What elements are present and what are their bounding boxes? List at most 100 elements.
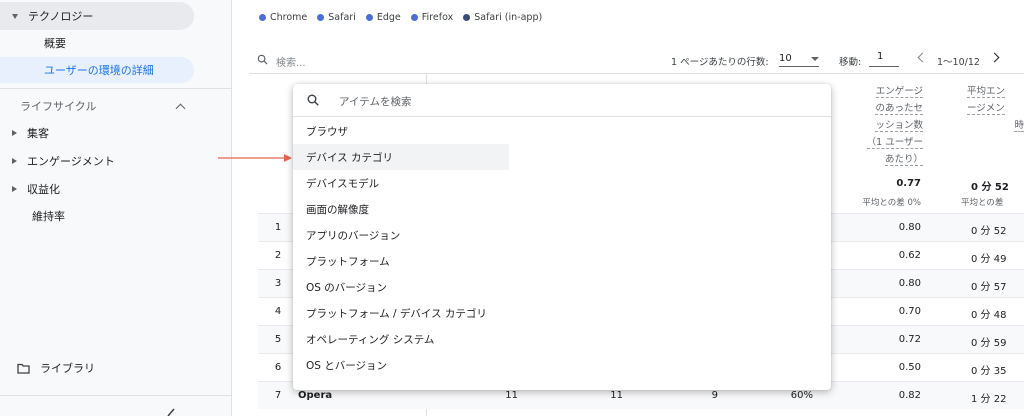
- dimension-picker-dropdown: アイテムを検索 ブラウザ デバイス カテゴリ デバイスモデル 画面の解像度 アプ…: [293, 84, 831, 390]
- sidebar-section-label: 集客: [27, 127, 49, 140]
- legend-dot-icon: [317, 14, 325, 21]
- sidebar-item-user-environment[interactable]: ユーザーの環境の詳細: [0, 57, 194, 83]
- dropdown-item-browser[interactable]: ブラウザ: [293, 118, 509, 144]
- column-header-line: 時: [1014, 120, 1024, 132]
- lifecycle-header-label: ライフサイクル: [20, 100, 97, 113]
- column-header-engaged-sessions[interactable]: エンゲージ のあったセ ッション数 （1 ユーザー あたり）: [843, 83, 923, 168]
- cell-value: 0 分 52: [971, 226, 1007, 237]
- sidebar-item-label: 維持率: [32, 210, 65, 223]
- rows-per-page-label: 1 ページあたりの行数:: [671, 57, 769, 68]
- dropdown-item-label: OS のバージョン: [306, 281, 388, 294]
- cell-value: 0.50: [898, 362, 921, 373]
- divider: [0, 395, 232, 396]
- legend-label: Chrome: [270, 12, 308, 23]
- column-total: 0.77: [896, 178, 921, 189]
- divider: [0, 88, 232, 89]
- row-number: 7: [274, 390, 282, 401]
- sidebar-item-overview[interactable]: 概要: [0, 30, 194, 56]
- rows-per-page-select[interactable]: 10: [779, 51, 819, 67]
- dimension-value: Opera: [298, 390, 333, 401]
- goto-page-input[interactable]: 1: [869, 51, 899, 67]
- dropdown-item-label: OS とバージョン: [306, 359, 388, 372]
- legend-label: Firefox: [421, 12, 454, 23]
- column-total: 0 分 52: [971, 182, 1009, 193]
- dropdown-item-os-with-version[interactable]: OS とバージョン: [293, 352, 509, 378]
- legend-item: Safari (in-app): [463, 12, 542, 23]
- row-number: 3: [274, 278, 282, 289]
- sidebar-section-label: 収益化: [27, 183, 60, 196]
- legend-item: Chrome: [259, 12, 307, 23]
- dropdown-item-device-category[interactable]: デバイス カテゴリ: [293, 144, 509, 170]
- sidebar-section-acquisition[interactable]: 集客: [0, 119, 194, 147]
- column-header-line: 平均エン: [967, 86, 1006, 98]
- sidebar-item-retention[interactable]: 維持率: [0, 203, 194, 229]
- dropdown-item-screen-resolution[interactable]: 画面の解像度: [293, 196, 509, 222]
- cell-value: 60%: [790, 390, 813, 401]
- cell-value: 0.70: [898, 306, 921, 317]
- legend-dot-icon: [410, 14, 418, 21]
- sidebar-section-engagement[interactable]: エンゲージメント: [0, 147, 194, 175]
- annotation-arrow-icon: [218, 154, 292, 162]
- sidebar-section-label: エンゲージメント: [27, 155, 115, 168]
- sidebar-item-label: 概要: [44, 37, 66, 50]
- column-header-line: ージメン: [967, 103, 1005, 115]
- sidebar-item-library[interactable]: ライブラリ: [0, 355, 194, 381]
- dropdown-item-label: プラットフォーム / デバイス カテゴリ: [306, 307, 487, 320]
- dropdown-item-app-version[interactable]: アプリのバージョン: [293, 222, 509, 248]
- column-header-line: のあったセ: [875, 103, 923, 115]
- legend-label: Safari: [328, 12, 356, 23]
- dropdown-item-label: プラットフォーム: [306, 255, 390, 268]
- sidebar-section-technology[interactable]: テクノロジー: [0, 2, 194, 30]
- cell-value: 1 分 22: [971, 394, 1007, 405]
- column-header-line: （1 ユーザー: [866, 137, 923, 149]
- legend-item: Edge: [365, 12, 401, 23]
- cell-value: 0.72: [898, 334, 921, 345]
- collapse-caret-icon: [12, 13, 18, 19]
- table-search-input[interactable]: 検索...: [276, 54, 306, 69]
- sidebar-section-monetization[interactable]: 収益化: [0, 175, 194, 203]
- dropdown-item-label: ブラウザ: [306, 125, 348, 138]
- next-page-icon[interactable]: [989, 52, 1000, 63]
- legend-dot-icon: [365, 14, 373, 21]
- previous-page-icon[interactable]: [917, 52, 928, 63]
- cell-value: 11: [610, 390, 623, 401]
- collapse-sidebar-icon[interactable]: [166, 406, 178, 416]
- dropdown-item-device-model[interactable]: デバイスモデル: [293, 170, 509, 196]
- folder-icon: [17, 363, 30, 374]
- dropdown-item-label: アプリのバージョン: [306, 229, 401, 242]
- cell-value: 0 分 35: [971, 366, 1007, 377]
- dropdown-item-label: 画面の解像度: [306, 203, 369, 216]
- lifecycle-header[interactable]: ライフサイクル: [20, 98, 186, 114]
- expand-caret-icon: [12, 158, 17, 164]
- legend-dot-icon: [259, 14, 266, 21]
- legend-item: Safari: [317, 12, 356, 23]
- cell-value: 0 分 48: [971, 310, 1007, 321]
- sidebar-item-label: ユーザーの環境の詳細: [44, 64, 154, 77]
- expand-caret-icon: [12, 186, 17, 192]
- legend-label: Safari (in-app): [474, 12, 543, 23]
- dropdown-item-os-version[interactable]: OS のバージョン: [293, 274, 509, 300]
- table-toolbar: 検索... 1 ページあたりの行数: 10 移動: 1 1〜10/12: [249, 46, 1024, 74]
- column-header-avg-engagement-time[interactable]: 平均エン ージメン 時: [967, 83, 1024, 134]
- chevron-up-icon: [175, 103, 186, 113]
- row-number: 4: [274, 306, 282, 317]
- dropdown-item-platform[interactable]: プラットフォーム: [293, 248, 509, 274]
- page-range: 1〜10/12: [937, 57, 980, 68]
- goto-page-label: 移動:: [839, 57, 862, 68]
- row-number: 5: [274, 334, 282, 345]
- row-number: 2: [274, 250, 282, 261]
- column-header-line: エンゲージ: [875, 86, 923, 98]
- expand-caret-icon: [12, 130, 17, 136]
- dropdown-item-label: デバイスモデル: [306, 177, 380, 190]
- column-total-sub: 平均との差: [961, 198, 1004, 208]
- cell-value: 0 分 49: [971, 254, 1007, 265]
- dropdown-search-input[interactable]: アイテムを検索: [339, 94, 411, 109]
- dropdown-item-operating-system[interactable]: オペレーティング システム: [293, 326, 509, 352]
- row-number: 6: [274, 362, 282, 373]
- column-total-sub: 平均との差 0%: [862, 198, 921, 208]
- legend-label: Edge: [376, 12, 401, 23]
- sidebar: テクノロジー 概要 ユーザーの環境の詳細 ライフサイクル 集客 エンゲージメント…: [0, 0, 232, 416]
- dropdown-item-platform-device-category[interactable]: プラットフォーム / デバイス カテゴリ: [293, 300, 553, 326]
- dropdown-search[interactable]: アイテムを検索: [293, 84, 831, 117]
- dropdown-item-label: デバイス カテゴリ: [306, 151, 394, 164]
